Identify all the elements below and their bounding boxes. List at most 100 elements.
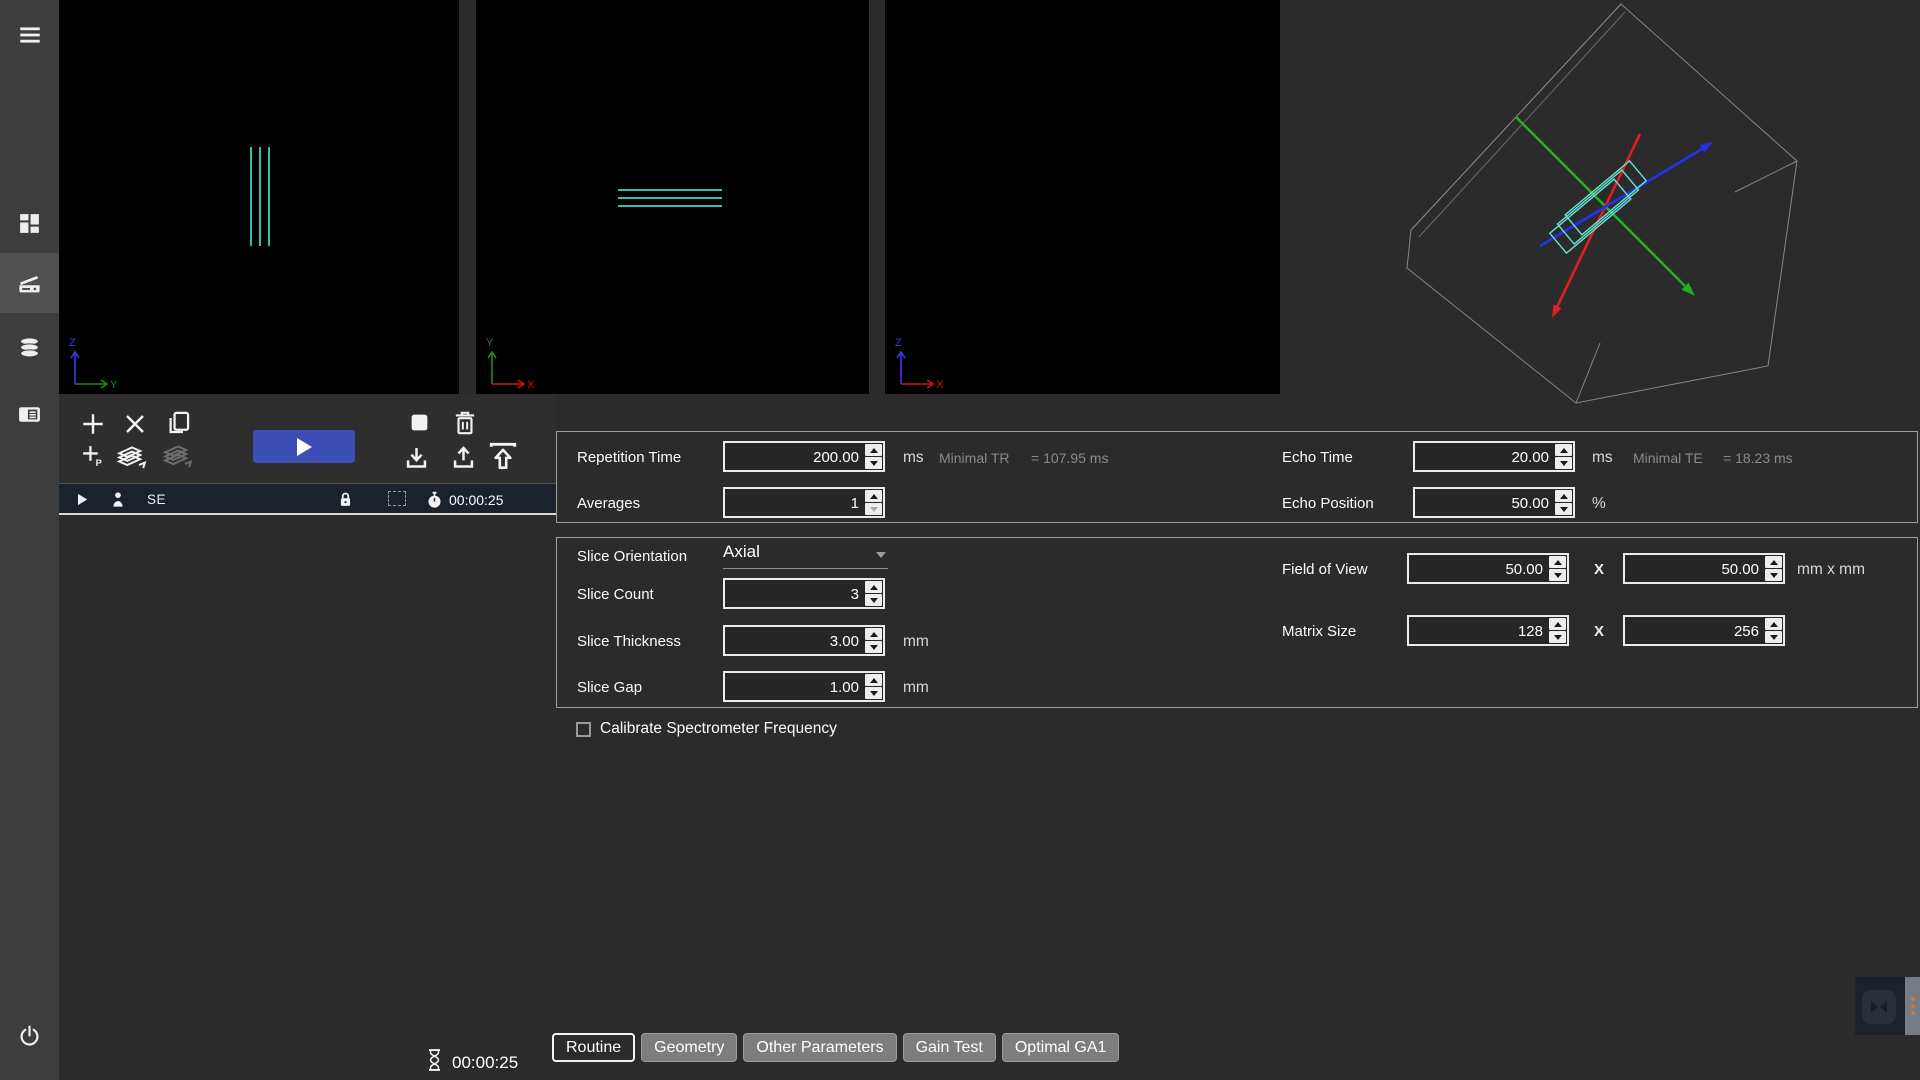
fov-unit: mm x mm (1797, 561, 1865, 579)
spin-down-button[interactable] (1765, 569, 1782, 581)
slice-gap-field[interactable]: 1.00 (723, 671, 885, 702)
spin-down-button[interactable] (865, 641, 882, 653)
slice-orientation-dropdown[interactable]: Axial (723, 542, 888, 562)
spin-down-button[interactable] (1765, 631, 1782, 643)
spin-up-button[interactable] (1555, 490, 1572, 502)
sidebar-item-dashboard[interactable] (0, 193, 59, 253)
elapsed-time: 00:00:25 (452, 1053, 518, 1073)
minimal-te-value: = 18.23 ms (1723, 450, 1793, 466)
tab-routine[interactable]: Routine (552, 1033, 635, 1062)
spin-down-button[interactable] (1555, 457, 1572, 469)
svg-text:X: X (936, 379, 944, 391)
fov-y-field[interactable]: 50.00 (1623, 553, 1785, 584)
download-button[interactable] (403, 444, 430, 471)
play-icon (297, 438, 312, 456)
registration-card-icon (16, 402, 43, 427)
upload-button[interactable] (450, 444, 477, 471)
spin-up-button[interactable] (1765, 556, 1782, 568)
add-protocol-button[interactable]: P (80, 443, 105, 468)
stop-button[interactable] (409, 412, 430, 433)
spin-up-button[interactable] (865, 444, 882, 456)
repetition-time-field[interactable]: 200.00 (723, 441, 885, 472)
field-of-view-label: Field of View (1282, 561, 1368, 578)
averages-field[interactable]: 1 (723, 487, 885, 518)
scanner-icon (16, 270, 43, 297)
tab-gain-test[interactable]: Gain Test (903, 1033, 996, 1062)
echo-position-label: Echo Position (1282, 495, 1374, 512)
spin-up-button[interactable] (1765, 618, 1782, 630)
spin-up-button[interactable] (865, 628, 882, 640)
add-button[interactable] (80, 411, 106, 437)
database-icon (17, 335, 42, 361)
echo-position-unit: % (1592, 495, 1606, 513)
tab-other-parameters[interactable]: Other Parameters (743, 1033, 896, 1062)
fov-separator: X (1594, 561, 1604, 578)
menu-button[interactable] (0, 5, 59, 65)
chevron-down-icon (876, 552, 886, 558)
sidebar-item-data[interactable] (0, 318, 59, 378)
copy-button[interactable] (165, 409, 192, 437)
slice-line (268, 147, 270, 246)
dashboard-icon (17, 211, 42, 236)
hamburger-icon (17, 22, 43, 48)
spin-up-button[interactable] (865, 581, 882, 593)
echo-position-field[interactable]: 50.00 (1413, 487, 1575, 518)
geometry-3d-view[interactable] (1280, 0, 1920, 410)
minimal-te-hint: Minimal TE (1633, 450, 1703, 466)
spin-up-button[interactable] (865, 490, 882, 502)
remove-button[interactable] (123, 412, 147, 436)
viewport-coronal[interactable]: Z Y (59, 0, 459, 394)
slice-thickness-unit: mm (903, 633, 929, 651)
multislice-button[interactable] (115, 444, 149, 472)
fov-x-field[interactable]: 50.00 (1407, 553, 1569, 584)
viewport-axial[interactable]: Y X (476, 0, 869, 394)
averages-label: Averages (577, 495, 640, 512)
selection-box-icon (388, 491, 406, 506)
multislice-disabled-button[interactable] (161, 443, 195, 471)
spin-down-button[interactable] (1549, 631, 1566, 643)
spin-up-button[interactable] (865, 674, 882, 686)
scan-queue-item[interactable]: SE 00:00:25 (59, 483, 556, 515)
svg-text:P: P (96, 458, 102, 468)
spin-up-button[interactable] (1549, 556, 1566, 568)
echo-time-field[interactable]: 20.00 (1413, 441, 1575, 472)
spin-down-button[interactable] (865, 594, 882, 606)
sidebar-item-registration[interactable] (0, 384, 59, 444)
tab-optimal-ga1[interactable]: Optimal GA1 (1002, 1033, 1120, 1062)
spin-down-button[interactable] (865, 503, 882, 515)
spin-down-button[interactable] (865, 687, 882, 699)
sidebar-item-scanner[interactable] (0, 253, 59, 313)
spin-down-button[interactable] (1555, 503, 1572, 515)
spin-up-button[interactable] (1555, 444, 1572, 456)
slice-gap-unit: mm (903, 679, 929, 697)
bowtie-icon (1870, 1000, 1888, 1014)
spin-up-button[interactable] (1549, 618, 1566, 630)
run-scan-button[interactable] (253, 430, 355, 463)
svg-text:Y: Y (110, 379, 118, 391)
upload-to-scanner-button[interactable] (487, 440, 519, 472)
slice-line (618, 205, 722, 207)
overlay-widget-handle[interactable] (1905, 977, 1920, 1035)
slice-thickness-field[interactable]: 3.00 (723, 625, 885, 656)
spin-down-button[interactable] (865, 457, 882, 469)
delete-button[interactable] (452, 409, 478, 437)
echo-time-unit: ms (1592, 449, 1613, 467)
echo-time-label: Echo Time (1282, 449, 1353, 466)
calibrate-frequency-row: Calibrate Spectrometer Frequency (576, 720, 837, 738)
slice-count-field[interactable]: 3 (723, 578, 885, 609)
viewport-sagittal[interactable]: Z X (885, 0, 1280, 394)
matrix-x-field[interactable]: 128 (1407, 615, 1569, 646)
minimal-tr-value: = 107.95 ms (1031, 450, 1108, 466)
spin-down-button[interactable] (1549, 569, 1566, 581)
tab-geometry[interactable]: Geometry (641, 1033, 737, 1062)
slice-stack-3d (1550, 161, 1646, 253)
svg-text:Y: Y (486, 337, 494, 349)
overlay-widget-icon[interactable] (1862, 990, 1896, 1024)
calibrate-frequency-checkbox[interactable] (576, 722, 591, 737)
power-button[interactable] (0, 1006, 59, 1066)
sequence-toolbar: P (59, 394, 556, 483)
parameter-tabs: Routine Geometry Other Parameters Gain T… (552, 1033, 1119, 1062)
hourglass-icon (425, 1047, 444, 1073)
matrix-y-field[interactable]: 256 (1623, 615, 1785, 646)
subject-icon (108, 489, 128, 510)
